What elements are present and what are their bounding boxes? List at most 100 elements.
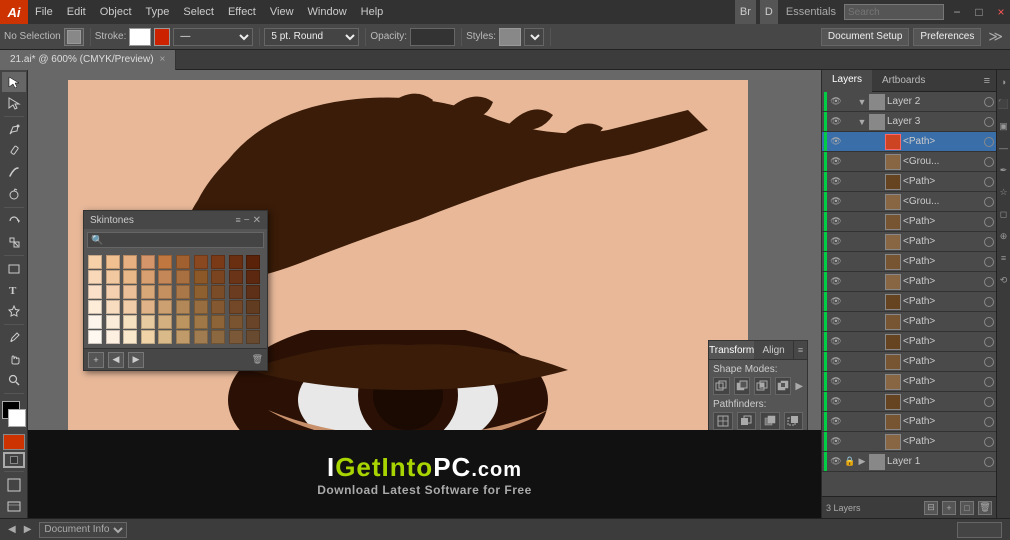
layer-target-circle-12[interactable]	[984, 337, 994, 347]
swatch-17[interactable]	[211, 270, 225, 284]
expand-button[interactable]: ▶	[795, 377, 803, 395]
swatch-52[interactable]	[123, 330, 137, 344]
make-clipping-mask-button[interactable]: ⊟	[924, 501, 938, 515]
swatch-4[interactable]	[158, 255, 172, 269]
menu-object[interactable]: Object	[93, 0, 139, 24]
layer-lock-icon-12[interactable]	[843, 335, 857, 349]
layer-visibility-icon-14[interactable]: 👁	[829, 375, 843, 389]
layer-expand-icon-14[interactable]	[873, 375, 883, 389]
brush-panel-icon[interactable]: ✒	[998, 160, 1010, 180]
swatch-50[interactable]	[88, 330, 102, 344]
layer-target-circle-6[interactable]	[984, 217, 994, 227]
layer-expand-icon-4[interactable]	[873, 175, 883, 189]
layer-visibility-icon-11[interactable]: 👁	[829, 315, 843, 329]
swatch-25[interactable]	[176, 285, 190, 299]
layer-target-circle-15[interactable]	[984, 397, 994, 407]
swatch-1[interactable]	[106, 255, 120, 269]
swatch-19[interactable]	[246, 270, 260, 284]
layer-row-7[interactable]: 👁<Path>	[822, 232, 996, 252]
swatch-24[interactable]	[158, 285, 172, 299]
layer-lock-icon-7[interactable]	[843, 235, 857, 249]
color-selector[interactable]	[2, 401, 26, 428]
merge-button[interactable]	[760, 412, 780, 430]
layer-row-14[interactable]: 👁<Path>	[822, 372, 996, 392]
layer-expand-icon-15[interactable]	[873, 395, 883, 409]
layer-visibility-icon-4[interactable]: 👁	[829, 175, 843, 189]
layer-target-circle-10[interactable]	[984, 297, 994, 307]
swatch-15[interactable]	[176, 270, 190, 284]
layer-lock-icon-8[interactable]	[843, 255, 857, 269]
delete-layer-button[interactable]: 🗑	[978, 501, 992, 515]
layer-row-0[interactable]: 👁▼Layer 2	[822, 92, 996, 112]
layer-visibility-icon-2[interactable]: 👁	[829, 135, 843, 149]
menu-window[interactable]: Window	[301, 0, 354, 24]
layer-lock-icon-14[interactable]	[843, 375, 857, 389]
rectangle-tool[interactable]	[2, 259, 26, 279]
align-tab[interactable]: Align	[754, 341, 793, 359]
transform-tab[interactable]: Transform	[709, 341, 754, 359]
layer-lock-icon-11[interactable]	[843, 315, 857, 329]
screen-mode[interactable]	[2, 496, 26, 516]
layer-visibility-icon-15[interactable]: 👁	[829, 395, 843, 409]
layer-row-2[interactable]: 👁<Path>	[822, 132, 996, 152]
swatch-27[interactable]	[211, 285, 225, 299]
crop-button[interactable]	[784, 412, 804, 430]
menu-edit[interactable]: Edit	[60, 0, 93, 24]
maximize-button[interactable]: □	[970, 0, 988, 24]
swatch-48[interactable]	[229, 315, 243, 329]
swatch-51[interactable]	[106, 330, 120, 344]
layers-tab[interactable]: Layers	[822, 70, 872, 92]
layer-lock-icon-16[interactable]	[843, 415, 857, 429]
swatch-42[interactable]	[123, 315, 137, 329]
swatch-54[interactable]	[158, 330, 172, 344]
new-layer-button[interactable]: □	[960, 501, 974, 515]
layer-visibility-icon-3[interactable]: 👁	[829, 155, 843, 169]
layer-visibility-icon-8[interactable]: 👁	[829, 255, 843, 269]
swatch-31[interactable]	[106, 300, 120, 314]
layer-row-16[interactable]: 👁<Path>	[822, 412, 996, 432]
layer-row-12[interactable]: 👁<Path>	[822, 332, 996, 352]
swatch-44[interactable]	[158, 315, 172, 329]
unite-button[interactable]	[713, 377, 730, 395]
skintones-minimize-icon[interactable]: −	[244, 215, 250, 226]
layers-panel-menu-icon[interactable]: ≡	[978, 75, 996, 87]
layer-target-circle-14[interactable]	[984, 377, 994, 387]
stroke-indicator[interactable]	[3, 452, 25, 468]
layer-target-circle-2[interactable]	[984, 137, 994, 147]
preferences-button[interactable]: Preferences	[913, 28, 981, 46]
select-tool[interactable]	[2, 72, 26, 92]
swatch-56[interactable]	[194, 330, 208, 344]
swatch-59[interactable]	[246, 330, 260, 344]
draw-mode-normal[interactable]	[2, 475, 26, 495]
gradient-icon[interactable]: ▣	[998, 116, 1010, 136]
star-tool[interactable]	[2, 301, 26, 321]
layer-visibility-icon-1[interactable]: 👁	[829, 115, 843, 129]
device-button[interactable]: D	[760, 0, 778, 24]
layer-target-circle-3[interactable]	[984, 157, 994, 167]
hand-tool[interactable]	[2, 349, 26, 369]
stroke-dropdown[interactable]: —	[173, 28, 253, 46]
styles-dropdown[interactable]: ▼	[524, 28, 544, 46]
minimize-button[interactable]: −	[948, 0, 966, 24]
layer-visibility-icon-0[interactable]: 👁	[829, 95, 843, 109]
layer-visibility-icon-17[interactable]: 👁	[829, 435, 843, 449]
layer-lock-icon-13[interactable]	[843, 355, 857, 369]
swatch-14[interactable]	[158, 270, 172, 284]
transform-panel-icon[interactable]: ⟲	[998, 270, 1010, 290]
direct-select-tool[interactable]	[2, 93, 26, 113]
minus-front-button[interactable]	[734, 377, 751, 395]
layer-expand-icon-12[interactable]	[873, 335, 883, 349]
layer-row-10[interactable]: 👁<Path>	[822, 292, 996, 312]
artboards-tab[interactable]: Artboards	[872, 70, 935, 92]
layer-lock-icon-2[interactable]	[843, 135, 857, 149]
swatch-3[interactable]	[141, 255, 155, 269]
swatch-7[interactable]	[211, 255, 225, 269]
swatch-13[interactable]	[141, 270, 155, 284]
layer-visibility-icon-16[interactable]: 👁	[829, 415, 843, 429]
background-color[interactable]	[8, 409, 26, 427]
swatch-10[interactable]	[88, 270, 102, 284]
layer-target-circle-7[interactable]	[984, 237, 994, 247]
swatch-57[interactable]	[211, 330, 225, 344]
swatch-30[interactable]	[88, 300, 102, 314]
menu-effect[interactable]: Effect	[221, 0, 263, 24]
